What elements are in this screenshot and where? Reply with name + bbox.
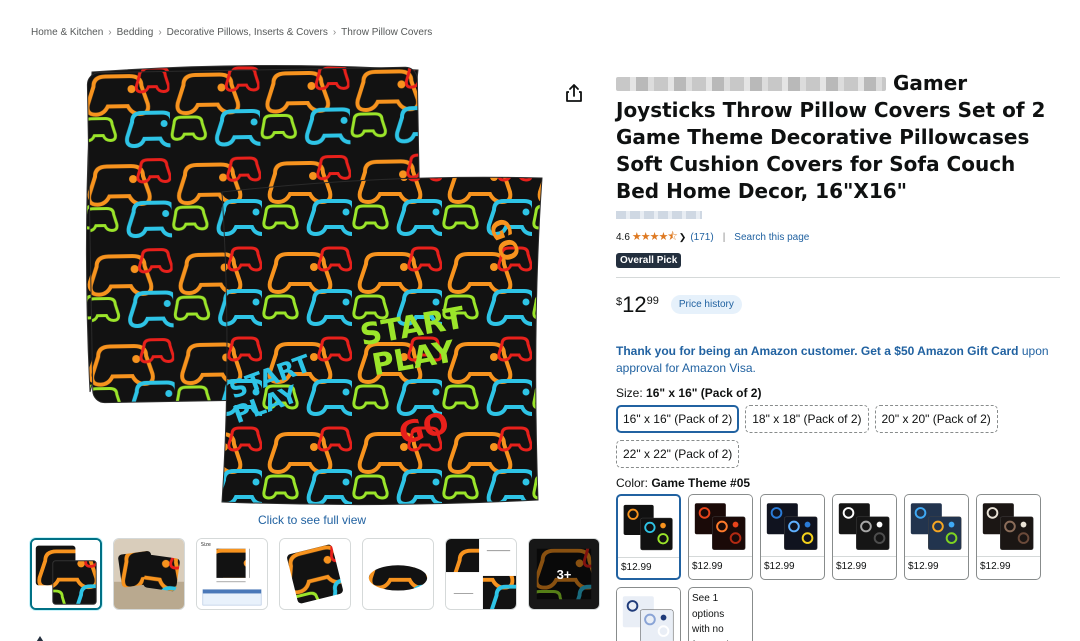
thumbnail-1[interactable]: [30, 538, 102, 610]
thumbnail-more[interactable]: 3+: [528, 538, 600, 610]
more-images-count: 3+: [529, 539, 599, 609]
credit-card-promo[interactable]: Thank you for being an Amazon customer. …: [616, 343, 1060, 377]
swatch-price: $12.99: [980, 561, 1011, 572]
thumbnail-size-chart[interactable]: Size: [196, 538, 268, 610]
color-label: Color: Game Theme #05: [616, 476, 1060, 490]
breadcrumb-separator: ›: [158, 27, 162, 38]
thumbnail-4[interactable]: [279, 538, 351, 610]
size-option-20[interactable]: 20" x 20" (Pack of 2): [874, 405, 998, 433]
size-thumb-label: Size: [201, 542, 211, 548]
rating-value: 4.6: [616, 232, 630, 243]
thumbnail-6[interactable]: [445, 538, 517, 610]
thumbnail-5[interactable]: [362, 538, 434, 610]
swatch-price: $12.99: [764, 561, 795, 572]
color-swatch[interactable]: $12.99: [760, 494, 825, 580]
click-to-see-full-view[interactable]: Click to see full view: [258, 513, 366, 527]
breadcrumb-home-kitchen[interactable]: Home & Kitchen: [31, 27, 103, 38]
swatch-image: [618, 496, 679, 558]
color-swatch[interactable]: $12.99: [832, 494, 897, 580]
size-option-22[interactable]: 22" x 22" (Pack of 2): [616, 440, 740, 468]
share-icon[interactable]: [565, 83, 583, 103]
product-details: Gamer Joysticks Throw Pillow Covers Set …: [616, 70, 1060, 641]
swatch-image: [833, 495, 896, 557]
breadcrumb-throw-pillow-covers[interactable]: Throw Pillow Covers: [341, 27, 432, 38]
breadcrumb-bedding[interactable]: Bedding: [117, 27, 154, 38]
breadcrumb: Home & Kitchen › Bedding › Decorative Pi…: [31, 27, 432, 38]
redacted-store-link[interactable]: [616, 211, 702, 219]
color-swatches: $12.99 $12.99 $12.99 $12.99 $12.99 $12.99 $12.…: [616, 494, 1056, 641]
review-count-link[interactable]: (171): [690, 232, 713, 243]
search-this-page-link[interactable]: Search this page: [734, 232, 809, 243]
thumbnail-2[interactable]: [113, 538, 185, 610]
thumbnail-strip: Size 3+: [30, 538, 600, 610]
swatch-image: [977, 495, 1040, 557]
price-history-button[interactable]: Price history: [670, 295, 742, 314]
size-label-prefix: Size:: [616, 386, 647, 400]
color-swatch-no-offers[interactable]: See 1 options with no featured offers: [688, 587, 753, 641]
product-title: Gamer Joysticks Throw Pillow Covers Set …: [616, 70, 1060, 205]
color-swatch[interactable]: $12.99: [904, 494, 969, 580]
overall-pick-badge: Overall Pick: [616, 253, 682, 268]
swatch-image: [761, 495, 824, 557]
swatch-price: $12.99: [621, 562, 652, 573]
breadcrumb-separator: ›: [332, 27, 337, 38]
color-swatch[interactable]: $12.99: [616, 587, 681, 641]
color-swatch[interactable]: $12.99: [976, 494, 1041, 580]
breadcrumb-separator: ›: [108, 27, 112, 38]
price-row: $ 12 99 Price history: [616, 293, 1060, 317]
swatch-image: [617, 588, 680, 641]
swatch-price: $12.99: [908, 561, 939, 572]
size-label: Size: 16" x 16" (Pack of 2): [616, 386, 1060, 400]
promo-bold-text: Thank you for being an Amazon customer. …: [616, 344, 1019, 358]
price-whole: 12: [622, 292, 647, 317]
swatch-image: [905, 495, 968, 557]
size-options: 16" x 16" (Pack of 2) 18" x 18" (Pack of…: [616, 405, 1016, 468]
color-swatch[interactable]: $12.99: [688, 494, 753, 580]
star-rating-icon[interactable]: ★★★★⯪: [632, 228, 678, 247]
separator: |: [722, 232, 726, 243]
redacted-brand: [616, 77, 886, 91]
selected-color: Game Theme #05: [651, 476, 751, 490]
divider: [616, 277, 1060, 278]
chevron-down-icon[interactable]: ❯: [679, 232, 687, 243]
breadcrumb-decorative-pillows[interactable]: Decorative Pillows, Inserts & Covers: [167, 27, 328, 38]
selected-size: 16" x 16" (Pack of 2): [646, 386, 762, 400]
size-option-16[interactable]: 16" x 16" (Pack of 2): [616, 405, 740, 433]
color-label-prefix: Color:: [616, 476, 652, 490]
main-product-image[interactable]: START PLAY START PLAY GO GO: [82, 62, 548, 508]
swatch-image: [689, 495, 752, 557]
color-swatch[interactable]: $12.99: [616, 494, 681, 580]
rating-row: 4.6 ★★★★⯪ ❯ (171) | Search this page: [616, 228, 1060, 247]
swatch-price: $12.99: [836, 561, 867, 572]
price-fraction: 99: [646, 295, 659, 307]
size-option-18[interactable]: 18" x 18" (Pack of 2): [745, 405, 869, 433]
partial-icon: [34, 632, 46, 641]
no-featured-offers-note: See 1 options with no featured offers: [692, 593, 729, 641]
swatch-price: $12.99: [692, 561, 723, 572]
